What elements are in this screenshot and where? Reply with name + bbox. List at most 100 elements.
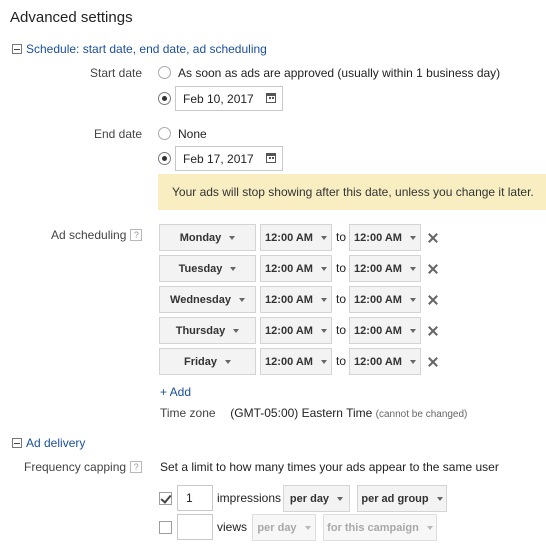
chevron-down-icon: [320, 235, 327, 240]
end-date-field[interactable]: Feb 17, 2017: [175, 146, 283, 171]
schedule-to-time-value: 12:00 AM: [354, 262, 402, 275]
timezone-value: (GMT-05:00) Eastern Time: [230, 406, 373, 420]
end-date-label: End date: [94, 127, 143, 141]
schedule-section-toggle[interactable]: Schedule: start date, end date, ad sched…: [12, 41, 267, 57]
timezone-note: (cannot be changed): [375, 409, 468, 420]
start-date-field[interactable]: Feb 10, 2017: [175, 86, 283, 111]
schedule-from-time-dropdown[interactable]: 12:00 AM: [260, 317, 332, 344]
remove-schedule-close-icon[interactable]: [428, 295, 438, 305]
timezone-label: Time zone: [160, 406, 216, 420]
start-date-value: Feb 10, 2017: [183, 91, 254, 106]
chevron-down-icon: [320, 328, 327, 333]
start-date-label: Start date: [90, 66, 143, 80]
schedule-day-dropdown[interactable]: Thursday: [159, 317, 256, 344]
schedule-day-value: Tuesday: [178, 262, 223, 275]
remove-schedule-close-icon[interactable]: [428, 326, 438, 336]
frequency-capping-description: Set a limit to how many times your ads a…: [160, 460, 499, 474]
page-title: Advanced settings: [10, 9, 133, 26]
schedule-to-time-value: 12:00 AM: [354, 293, 402, 306]
schedule-day-value: Friday: [183, 355, 217, 368]
help-icon[interactable]: ?: [130, 461, 143, 473]
views-period-dropdown[interactable]: per day: [252, 514, 316, 541]
chevron-down-icon: [229, 235, 236, 240]
views-checkbox[interactable]: [159, 521, 172, 534]
impressions-input[interactable]: 1: [177, 485, 213, 511]
remove-schedule-close-icon[interactable]: [428, 264, 438, 274]
calendar-icon[interactable]: [266, 93, 276, 103]
end-date-none-label: None: [178, 127, 207, 141]
schedule-to-text: to: [336, 354, 347, 368]
views-scope-dropdown[interactable]: for this campaign: [323, 514, 437, 541]
schedule-to-text: to: [336, 292, 347, 306]
collapse-icon[interactable]: [12, 438, 22, 448]
schedule-from-time-value: 12:00 AM: [265, 293, 313, 306]
start-date-asap-radio[interactable]: [158, 66, 171, 79]
schedule-day-dropdown[interactable]: Wednesday: [159, 286, 256, 313]
chevron-down-icon: [320, 297, 327, 302]
chevron-down-icon: [409, 328, 416, 333]
schedule-day-value: Monday: [179, 231, 222, 244]
impressions-scope-value: per ad group: [361, 492, 429, 505]
add-schedule-link[interactable]: + Add: [160, 385, 191, 399]
impressions-period-value: per day: [289, 492, 330, 505]
schedule-from-time-value: 12:00 AM: [265, 262, 313, 275]
schedule-from-time-value: 12:00 AM: [265, 324, 313, 337]
schedule-day-dropdown[interactable]: Monday: [159, 224, 256, 251]
schedule-to-time-dropdown[interactable]: 12:00 AM: [349, 286, 421, 313]
timezone-row: Time zone (GMT-05:00) Eastern Time (cann…: [160, 406, 467, 420]
schedule-to-text: to: [336, 323, 347, 337]
chevron-down-icon: [409, 297, 416, 302]
chevron-down-icon: [225, 359, 231, 364]
help-icon[interactable]: ?: [130, 229, 143, 241]
schedule-from-time-dropdown[interactable]: 12:00 AM: [260, 255, 332, 282]
schedule-to-time-value: 12:00 AM: [354, 324, 402, 337]
schedule-to-time-dropdown[interactable]: 12:00 AM: [349, 255, 421, 282]
schedule-to-time-dropdown[interactable]: 12:00 AM: [349, 317, 421, 344]
chevron-down-icon: [238, 297, 245, 302]
schedule-from-time-dropdown[interactable]: 12:00 AM: [260, 348, 332, 375]
collapse-icon[interactable]: [12, 44, 22, 54]
views-period-value: per day: [257, 521, 297, 534]
chevron-down-icon: [436, 496, 443, 501]
schedule-day-value: Thursday: [175, 324, 226, 337]
impressions-period-dropdown[interactable]: per day: [283, 485, 350, 512]
schedule-from-time-dropdown[interactable]: 12:00 AM: [260, 286, 332, 313]
calendar-icon[interactable]: [266, 153, 276, 163]
chevron-down-icon: [426, 525, 433, 530]
chevron-down-icon: [409, 235, 416, 240]
frequency-capping-label: Frequency capping?: [24, 460, 143, 474]
schedule-to-time-value: 12:00 AM: [354, 231, 402, 244]
chevron-down-icon: [409, 359, 416, 364]
schedule-day-dropdown[interactable]: Friday: [159, 348, 256, 375]
schedule-from-time-value: 12:00 AM: [265, 231, 313, 244]
end-date-none-radio[interactable]: [158, 127, 171, 140]
remove-schedule-close-icon[interactable]: [428, 233, 438, 243]
start-date-custom-radio[interactable]: [158, 92, 171, 105]
chevron-down-icon: [337, 496, 344, 501]
chevron-down-icon: [320, 359, 327, 364]
views-input[interactable]: [177, 514, 213, 540]
chevron-down-icon: [409, 266, 416, 271]
views-label: views: [217, 520, 248, 534]
ad-scheduling-label-text: Ad scheduling: [51, 228, 127, 242]
start-date-asap-label: As soon as ads are approved (usually wit…: [178, 66, 501, 80]
ad-delivery-section-toggle[interactable]: Ad delivery: [12, 435, 85, 451]
impressions-label: impressions: [217, 491, 282, 505]
schedule-from-time-dropdown[interactable]: 12:00 AM: [260, 224, 332, 251]
remove-schedule-close-icon[interactable]: [428, 357, 438, 367]
schedule-day-value: Wednesday: [170, 293, 231, 306]
end-date-warning-banner: Your ads will stop showing after this da…: [158, 174, 546, 210]
schedule-to-time-dropdown[interactable]: 12:00 AM: [349, 224, 421, 251]
impressions-checkbox[interactable]: [159, 492, 172, 505]
chevron-down-icon: [320, 266, 327, 271]
schedule-to-time-dropdown[interactable]: 12:00 AM: [349, 348, 421, 375]
impressions-scope-dropdown[interactable]: per ad group: [357, 485, 447, 512]
chevron-down-icon: [304, 525, 311, 530]
chevron-down-icon: [233, 328, 240, 333]
schedule-to-text: to: [336, 230, 347, 244]
ad-delivery-section-label: Ad delivery: [26, 436, 86, 450]
end-date-custom-radio[interactable]: [158, 152, 171, 165]
schedule-to-text: to: [336, 261, 347, 275]
schedule-day-dropdown[interactable]: Tuesday: [159, 255, 256, 282]
schedule-to-time-value: 12:00 AM: [354, 355, 402, 368]
